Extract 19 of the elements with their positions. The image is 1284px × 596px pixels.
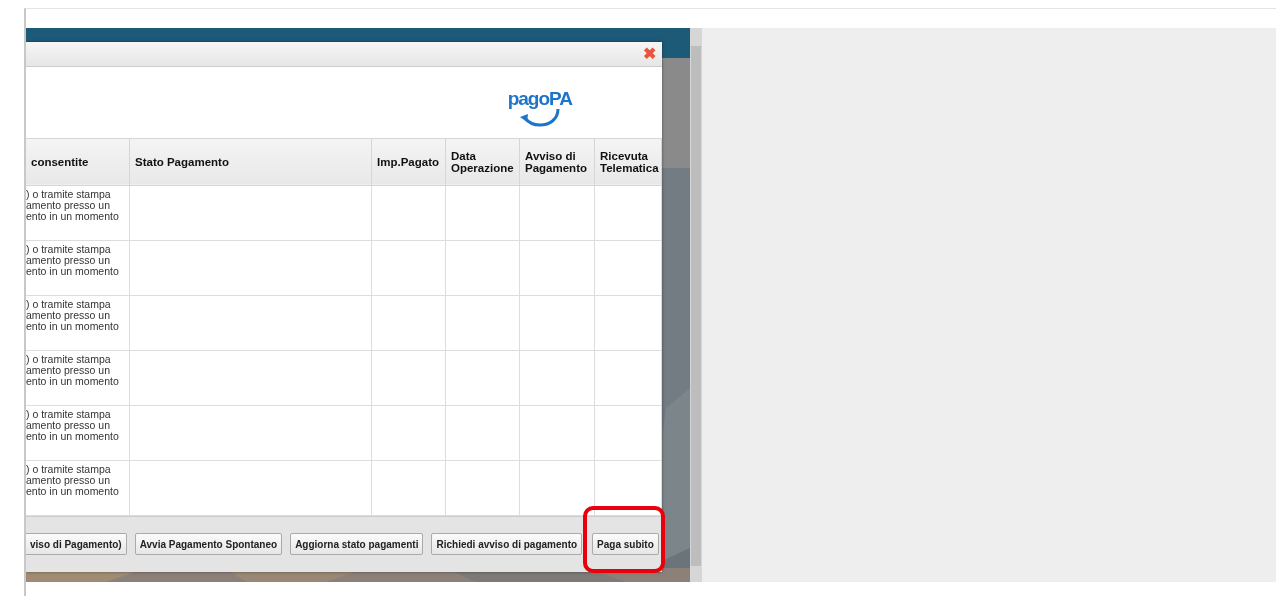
table-cell: ) o tramite stampa amento presso un ento in un momento xyxy=(26,352,119,387)
scrollbar[interactable] xyxy=(691,46,701,566)
table-cell: ) o tramite stampa amento presso un ento in un momento xyxy=(26,407,119,442)
column-header: Avviso di Pagamento xyxy=(519,138,595,186)
column-header: Data Operazione xyxy=(445,138,520,186)
action-button[interactable]: Richiedi avviso di pagamento xyxy=(431,533,583,556)
column-header: consentite xyxy=(26,138,130,186)
action-button[interactable]: Avvia Pagamento Spontaneo xyxy=(134,533,283,556)
column-header: Ricevuta Telematica xyxy=(594,138,662,186)
table-cell: ) o tramite stampa amento presso un ento in un momento xyxy=(26,187,119,222)
column-header: Stato Pagamento xyxy=(129,138,372,186)
logo: pagoPA xyxy=(507,89,572,128)
action-button[interactable]: Paga subito xyxy=(592,533,659,556)
action-button[interactable]: viso di Pagamento) xyxy=(26,533,127,556)
table-cell: ) o tramite stampa amento presso un ento in un momento xyxy=(26,462,119,497)
action-button[interactable]: Aggiorna stato pagamenti xyxy=(290,533,424,556)
column-header: Imp.Pagato xyxy=(371,138,446,186)
table-cell: ) o tramite stampa amento presso un ento in un momento xyxy=(26,297,119,332)
table-cell: ) o tramite stampa amento presso un ento in un momento xyxy=(26,242,119,277)
